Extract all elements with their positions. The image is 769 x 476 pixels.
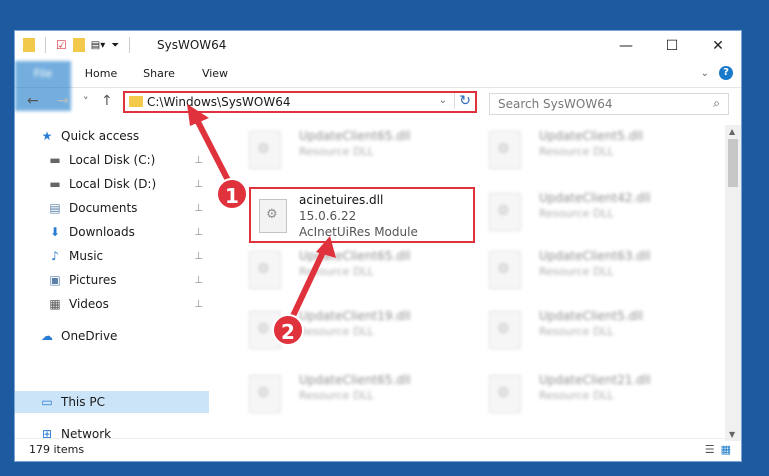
step-marker-2: 2 xyxy=(272,314,304,346)
step-marker-1: 1 xyxy=(216,178,248,210)
arrow-2-line xyxy=(289,248,327,320)
arrow-1-line xyxy=(193,116,235,190)
annotation-arrows xyxy=(187,104,336,320)
